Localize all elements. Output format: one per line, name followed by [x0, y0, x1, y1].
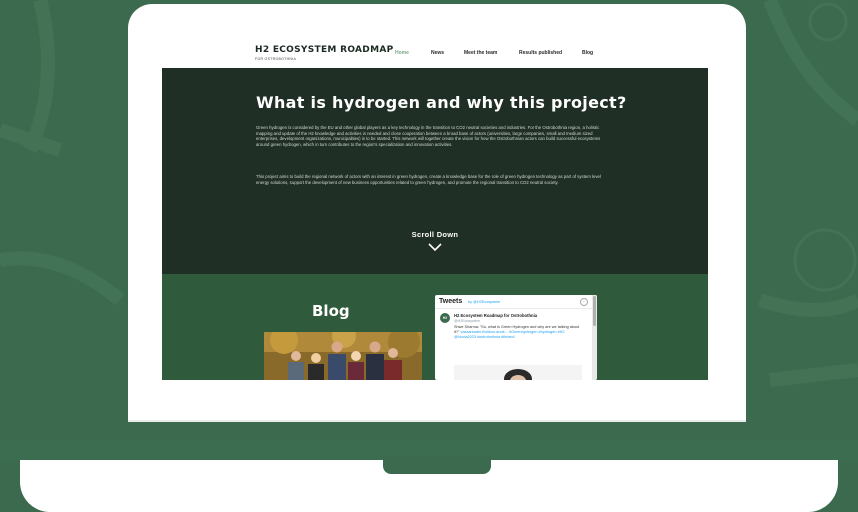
hero-title: What is hydrogen and why this project? — [256, 93, 627, 112]
hero-section: What is hydrogen and why this project? G… — [162, 68, 708, 274]
nav-item-home[interactable]: Home — [395, 50, 409, 56]
avatar[interactable]: H2 — [440, 313, 450, 323]
nav-item-results-published[interactable]: Results published — [519, 50, 562, 56]
tweets-divider — [435, 308, 597, 309]
blog-team-photo[interactable] — [264, 332, 422, 380]
laptop-hinge — [128, 420, 746, 422]
scroll-down-link[interactable]: Scroll Down — [162, 230, 708, 239]
site-header: H2 ECOSYSTEM ROADMAP FOR OSTROBOTHNIA Ho… — [162, 38, 708, 68]
hero-paragraph-2: This project aims to build the regional … — [256, 174, 601, 185]
tweet-text: Shwe Sharma: "So, what is Green Hydrogen… — [454, 325, 582, 339]
tweet-handle[interactable]: @H2Ecosystem — [454, 319, 480, 323]
tweet-account-name[interactable]: H2 Ecosystem Roadmap for Ostrobothnia — [454, 313, 537, 318]
laptop-screen: H2 ECOSYSTEM ROADMAP FOR OSTROBOTHNIA Ho… — [162, 38, 708, 380]
nav-item-meet-the-team[interactable]: Meet the team — [464, 50, 497, 56]
tweets-by-link[interactable]: by @H2Ecosystem — [468, 300, 500, 304]
tweets-scrollbar-thumb[interactable] — [593, 296, 596, 326]
blog-heading: Blog — [312, 302, 350, 320]
site-logo-subtitle: FOR OSTROBOTHNIA — [255, 57, 297, 61]
hero-paragraph-1: Green hydrogen is considered by the EU a… — [256, 125, 601, 147]
tweet-media-image[interactable] — [454, 365, 582, 380]
nav-item-blog[interactable]: Blog — [582, 50, 593, 56]
tweets-scrollbar[interactable] — [592, 295, 597, 380]
tweet-links[interactable]: vasaarkader.fi/olikon-ande... #Greenhydr… — [454, 330, 564, 339]
chevron-down-icon[interactable] — [422, 241, 448, 253]
blog-section: Blog Tweets by @H2Ecosystem i H2 H2 Ecos… — [162, 274, 708, 380]
laptop-notch — [383, 456, 491, 474]
info-icon[interactable]: i — [580, 298, 588, 306]
tweets-title: Tweets — [439, 298, 463, 305]
site-logo-title[interactable]: H2 ECOSYSTEM ROADMAP — [255, 45, 393, 55]
tweets-widget[interactable]: Tweets by @H2Ecosystem i H2 H2 Ecosystem… — [435, 295, 597, 380]
nav-item-news[interactable]: News — [431, 50, 444, 56]
